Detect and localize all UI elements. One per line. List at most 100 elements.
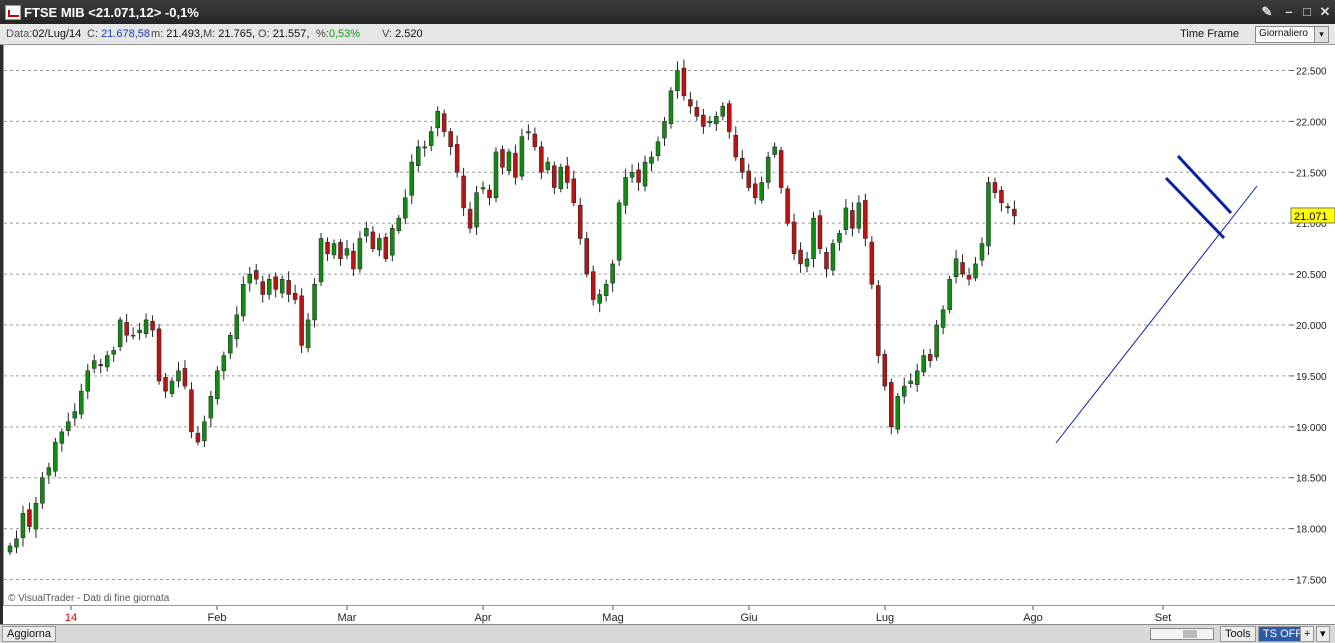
open-value: 21.557, (272, 28, 310, 40)
candle-body (241, 284, 246, 317)
timeframe-value: Giornaliero (1259, 28, 1308, 39)
open-label: O: (258, 28, 270, 40)
candle-body (798, 249, 803, 265)
chevron-down-icon[interactable]: ▾ (1314, 27, 1328, 42)
candle-body (532, 133, 538, 148)
x-tick-label: Mar (338, 612, 357, 624)
candle-body (727, 103, 732, 132)
candle-body (169, 380, 175, 394)
candle-body (27, 509, 32, 527)
candle-body (79, 390, 84, 415)
candlestick-chart (4, 59, 1291, 581)
candle-body (869, 241, 875, 285)
restore-icon[interactable]: □ (1298, 3, 1316, 20)
candle-body (428, 131, 434, 146)
x-tick-label: Feb (208, 612, 227, 624)
candle-body (98, 364, 103, 366)
x-tick-label: Set (1155, 612, 1172, 624)
candle-body (610, 263, 615, 284)
candle-body (830, 243, 836, 271)
candle-body (720, 105, 726, 117)
more-button[interactable]: ▾ (1316, 626, 1330, 642)
x-tick-label: Mag (602, 612, 623, 624)
candle-body (539, 146, 544, 173)
pin-icon[interactable]: ✎ (1258, 3, 1276, 20)
candle-body (947, 278, 952, 310)
candle-body (804, 258, 810, 267)
candle-body (772, 146, 777, 155)
candle-body (921, 355, 926, 373)
candle-body (746, 170, 751, 188)
candle-body (791, 221, 797, 254)
candle-body (435, 110, 440, 129)
candle-body (286, 280, 291, 295)
candle-body (325, 241, 330, 254)
pct-label: %: (316, 28, 329, 40)
candle-body (156, 328, 162, 382)
candle-body (260, 281, 265, 295)
candle-body (461, 175, 466, 209)
candle-body (130, 334, 136, 337)
candle-body (46, 467, 52, 476)
candle-body (558, 166, 564, 190)
candle-body (487, 189, 492, 198)
candle-body (383, 236, 389, 260)
bottom-toolbar: Aggiorna Tools TS OFF + ▾ (0, 624, 1335, 643)
candle-body (215, 370, 220, 399)
candle-body (305, 319, 311, 349)
x-tick-label: Giu (740, 612, 757, 624)
channel-lower-line (1164, 176, 1226, 240)
candle-body (966, 275, 972, 280)
candle-body (765, 156, 771, 183)
candle-body (474, 192, 479, 228)
candle-body (344, 248, 350, 256)
candle-body (234, 314, 240, 340)
chart-plot-area[interactable]: © VisualTrader - Dati di fine giornata (3, 45, 1291, 605)
time-axis: 14 Feb Mar Apr Mag Giu Lug Ago Set (3, 605, 1335, 625)
y-tick-label: 22.500 (1296, 66, 1327, 77)
candle-body (357, 238, 363, 270)
tools-button[interactable]: Tools (1220, 626, 1256, 642)
candle-body (273, 276, 278, 290)
refresh-button[interactable]: Aggiorna (2, 626, 57, 642)
candle-body (675, 70, 680, 92)
watermark: © VisualTrader - Dati di fine giornata (8, 593, 170, 604)
candle-body (629, 172, 635, 178)
candle-body (927, 354, 933, 361)
candle-body (752, 183, 758, 198)
candle-body (111, 350, 116, 355)
candle-body (53, 441, 58, 472)
candle-body (292, 292, 298, 300)
candle-body (960, 262, 965, 275)
candle-body (688, 99, 693, 107)
candle-body (403, 197, 408, 219)
y-tick-label: 18.500 (1296, 474, 1327, 485)
candle-body (202, 421, 207, 442)
candle-body (20, 513, 26, 538)
data-label: Data: (6, 28, 33, 40)
y-tick-label: 19.000 (1296, 423, 1327, 434)
candle-body (279, 278, 285, 294)
candle-body (597, 294, 602, 304)
x-tick-label: 14 (65, 612, 77, 624)
minimize-icon[interactable]: – (1280, 3, 1298, 20)
y-tick-label: 19.500 (1296, 372, 1327, 383)
chart-window: FTSE MIB <21.071,12> -0,1% ✎ – □ ✕ Data:… (0, 0, 1335, 643)
candle-body (914, 370, 920, 385)
candle-body (253, 270, 259, 280)
close-label: C: (87, 28, 98, 40)
timeframe-select[interactable]: Giornaliero ▾ (1255, 26, 1329, 43)
candle-body (441, 113, 447, 132)
zoom-in-button[interactable]: + (1300, 626, 1315, 642)
candle-body (1012, 208, 1017, 217)
candle-body (266, 278, 272, 295)
candle-body (228, 334, 233, 354)
candle-body (701, 114, 706, 127)
horizontal-scrollbar[interactable] (1150, 628, 1214, 640)
candle-body (623, 177, 628, 206)
close-icon[interactable]: ✕ (1316, 3, 1334, 20)
candle-body (707, 121, 713, 124)
candle-body (953, 258, 959, 277)
candle-body (603, 284, 609, 296)
support-trendline (1055, 185, 1258, 444)
